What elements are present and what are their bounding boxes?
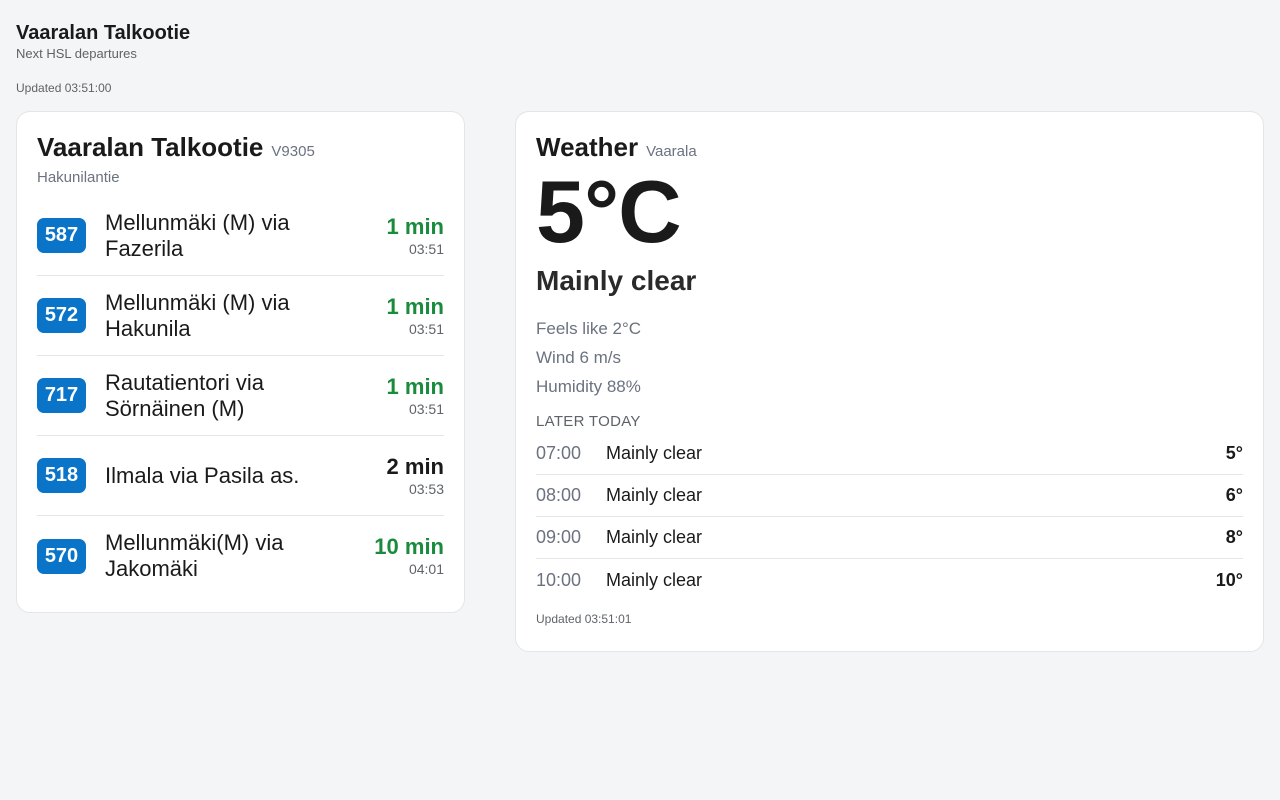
forecast-condition: Mainly clear [606,443,703,463]
weather-details: Feels like 2°C Wind 6 m/s Humidity 88% [536,314,1243,401]
departure-clock: 03:51 [408,400,444,417]
departure-minutes: 1 min [386,373,444,399]
departure-clock: 03:51 [408,240,444,257]
stop-code: V9305 [271,143,315,160]
departure-destination: Mellunmäki (M) via Hakunila [105,289,290,341]
later-today-heading: LATER TODAY [536,413,641,430]
route-badge: 717 [37,378,86,413]
forecast-row: 10:00 Mainly clear 10° [536,559,1243,601]
departure-destination: Rautatientori via Sörnäinen (M) [105,369,264,421]
departure-row: 717 Rautatientori via Sörnäinen (M) 1 mi… [37,356,444,436]
departure-row: 518 Ilmala via Pasila as. 2 min 03:53 [37,436,444,516]
departure-minutes: 2 min [386,453,444,479]
forecast-temperature: 10° [1215,569,1243,590]
forecast-temperature: 6° [1225,485,1243,505]
weather-location: Vaarala [646,143,697,160]
page-title: Vaaralan Talkootie [16,22,191,44]
forecast-row: 07:00 Mainly clear 5° [536,433,1243,475]
departure-time: 10 min 04:01 [374,534,444,578]
departure-destination: Ilmala via Pasila as. [105,462,300,488]
page-header: Vaaralan Talkootie Next HSL departures [16,20,190,62]
route-badge: 518 [37,458,86,493]
forecast-condition: Mainly clear [606,485,703,505]
stop-title-row: Vaaralan Talkootie V9305 [37,132,444,164]
route-badge: 572 [37,298,86,333]
route-badge: 587 [37,218,86,253]
departure-time: 1 min 03:51 [387,294,444,338]
wind: Wind 6 m/s [536,348,622,367]
weather-updated-time: Updated 03:51:01 [536,612,632,626]
stop-street: Hakunilantie [37,169,120,186]
weather-title: Weather [536,132,639,162]
departure-list: 587 Mellunmäki (M) via Fazerila 1 min 03… [37,196,444,596]
forecast-time: 07:00 [536,443,582,463]
forecast-list: 07:00 Mainly clear 5° 08:00 Mainly clear… [536,433,1243,601]
forecast-condition: Mainly clear [606,527,703,547]
departure-row: 570 Mellunmäki(M) via Jakomäki 10 min 04… [37,516,444,596]
departure-destination: Mellunmäki (M) via Fazerila [105,209,290,261]
current-temperature: 5°C [536,162,682,261]
stop-name: Vaaralan Talkootie [37,132,264,162]
forecast-temperature: 8° [1225,527,1243,547]
departure-clock: 03:51 [408,320,444,337]
weather-card: Weather Vaarala 5°C Mainly clear Feels l… [515,111,1264,652]
departure-clock: 04:01 [408,561,444,577]
departure-clock: 03:53 [408,480,444,497]
stop-departures-card: Vaaralan Talkootie V9305 Hakunilantie 58… [16,111,465,613]
page-subtitle: Next HSL departures [16,46,137,61]
route-badge: 570 [37,538,86,574]
departure-time: 1 min 03:51 [387,214,444,258]
forecast-temperature: 5° [1225,443,1243,463]
departure-time: 1 min 03:51 [387,374,444,418]
departure-time: 2 min 03:53 [387,454,444,498]
forecast-time: 09:00 [536,527,582,547]
humidity: Humidity 88% [536,377,641,396]
current-condition: Mainly clear [536,265,697,296]
forecast-time: 08:00 [536,485,582,505]
forecast-row: 08:00 Mainly clear 6° [536,475,1243,517]
forecast-condition: Mainly clear [606,569,703,590]
feels-like: Feels like 2°C [536,319,642,338]
page-updated-time: Updated 03:51:00 [16,81,112,95]
forecast-row: 09:00 Mainly clear 8° [536,517,1243,559]
forecast-time: 10:00 [536,569,582,590]
departure-destination: Mellunmäki(M) via Jakomäki [105,530,284,581]
departure-minutes: 1 min [386,213,444,239]
departure-row: 587 Mellunmäki (M) via Fazerila 1 min 03… [37,196,444,276]
weather-title-row: Weather Vaarala [536,132,1243,164]
departure-minutes: 1 min [386,293,444,319]
departure-row: 572 Mellunmäki (M) via Hakunila 1 min 03… [37,276,444,356]
departure-minutes: 10 min [374,534,444,559]
